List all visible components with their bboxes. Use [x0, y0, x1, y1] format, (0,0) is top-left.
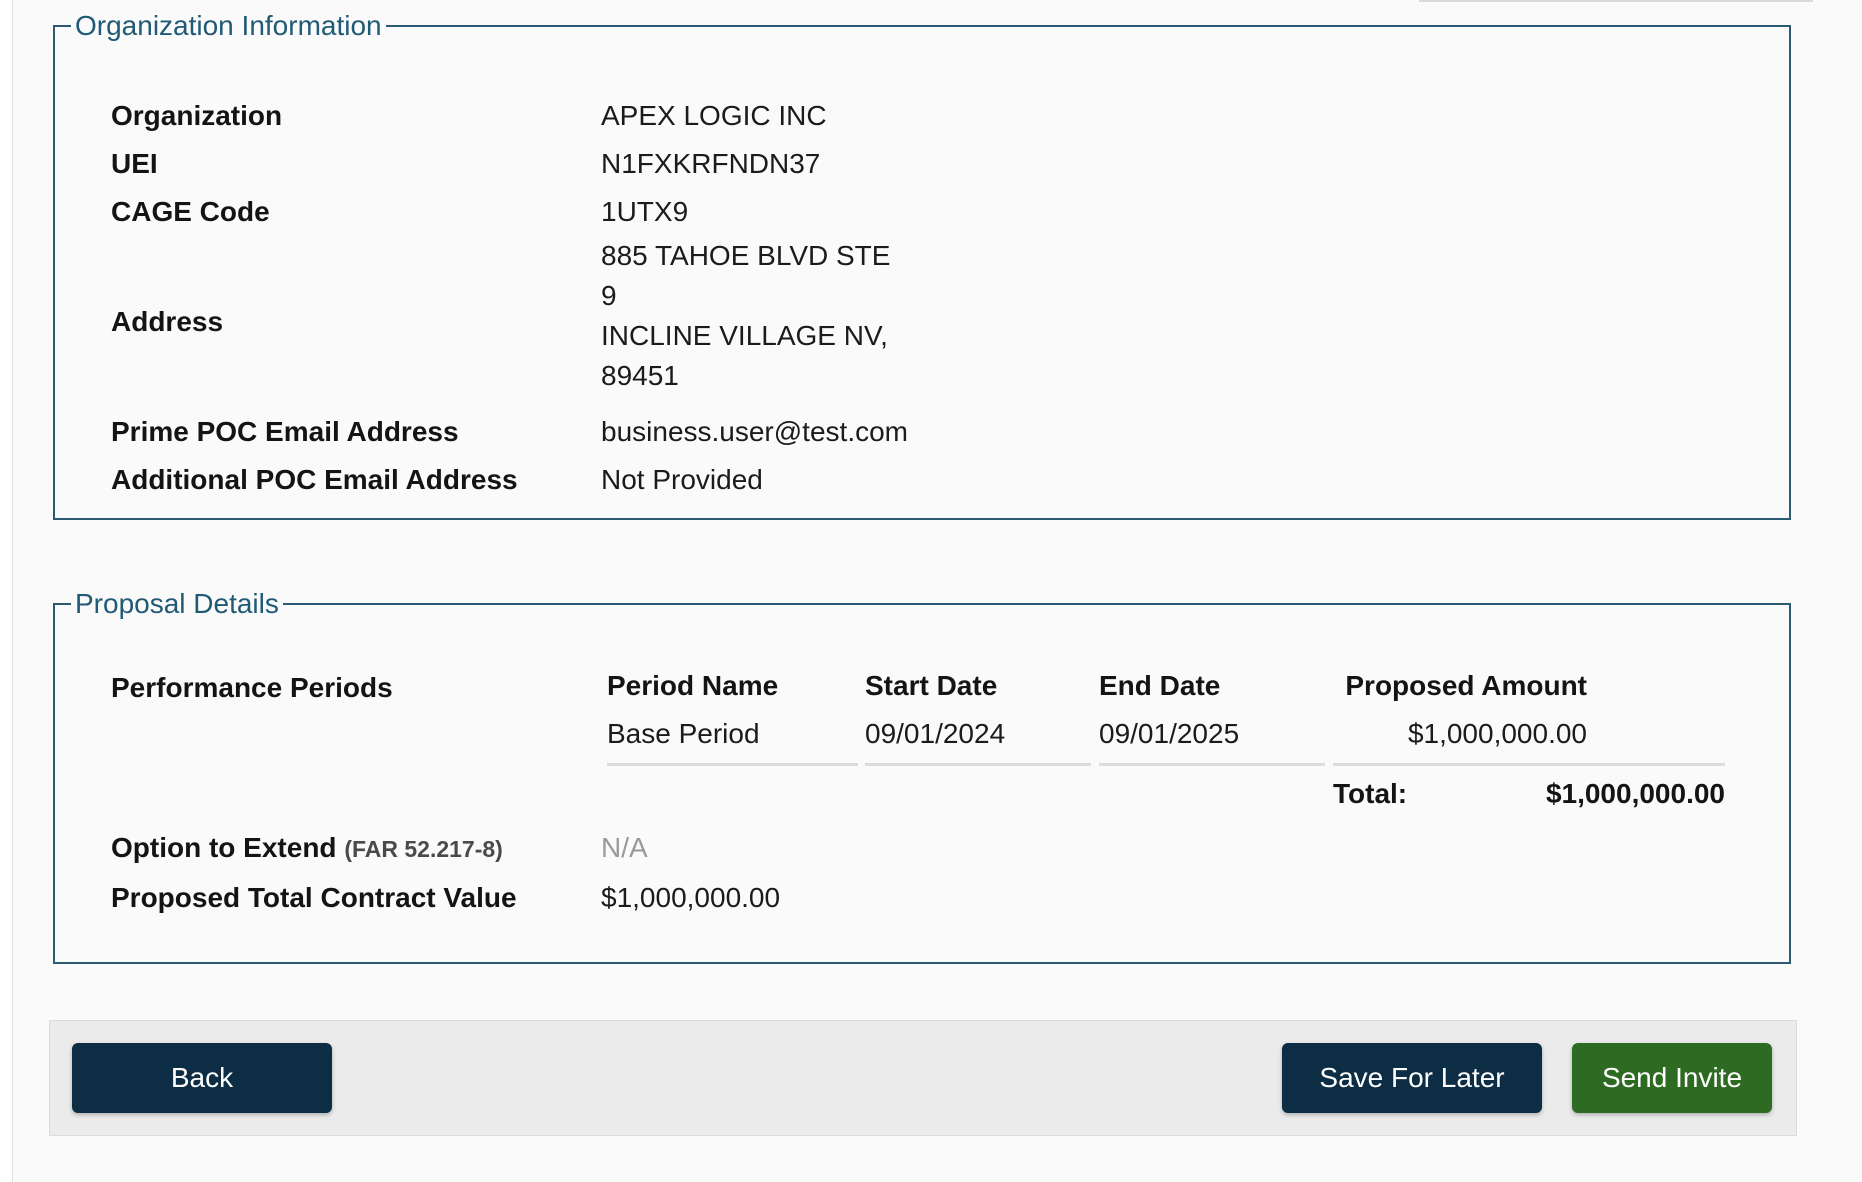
- address-line-4: 89451: [601, 360, 679, 391]
- column-header-start-date: Start Date: [865, 670, 998, 701]
- cell-start-date: 09/01/2024: [865, 718, 1006, 749]
- cell-end-date: 09/01/2025: [1099, 718, 1240, 749]
- row-divider: [1333, 763, 1725, 766]
- action-bar: Back Save For Later Send Invite: [49, 1020, 1797, 1136]
- total-value: $1,000,000.00: [1545, 778, 1725, 809]
- proposal-details-legend: Proposal Details: [75, 588, 279, 619]
- address-line-3: INCLINE VILLAGE NV,: [601, 320, 888, 351]
- far-clause-note: (FAR 52.217-8): [344, 836, 503, 862]
- proposed-total-contract-value-label: Proposed Total Contract Value: [111, 882, 517, 913]
- prime-poc-email-label: Prime POC Email Address: [111, 416, 459, 447]
- option-to-extend-text: Option to Extend: [111, 832, 337, 863]
- cage-code-label: CAGE Code: [111, 196, 270, 227]
- uei-value: N1FXKRFNDN37: [601, 148, 821, 179]
- top-divider: [1419, 0, 1813, 3]
- organization-label: Organization: [111, 100, 283, 131]
- back-button[interactable]: Back: [72, 1043, 332, 1113]
- organization-information-legend: Organization Information: [75, 10, 382, 41]
- organization-information-section: Organization Information Organization AP…: [53, 10, 1791, 520]
- page-container: Organization Information Organization AP…: [12, 0, 1862, 1182]
- additional-poc-email-label: Additional POC Email Address: [111, 464, 518, 495]
- cell-proposed-amount: $1,000,000.00: [1407, 718, 1587, 749]
- proposal-details-section: Proposal Details Performance Periods Per…: [53, 588, 1791, 964]
- column-header-period-name: Period Name: [607, 670, 779, 701]
- address-line-1: 885 TAHOE BLVD STE: [601, 240, 891, 271]
- total-label: Total:: [1333, 778, 1408, 809]
- address-value: 885 TAHOE BLVD STE 9 INCLINE VILLAGE NV,…: [601, 236, 890, 396]
- performance-periods-label: Performance Periods: [111, 672, 393, 703]
- address-line-2: 9: [601, 280, 617, 311]
- column-header-end-date: End Date: [1099, 670, 1221, 701]
- option-to-extend-value: N/A: [601, 832, 648, 863]
- row-divider: [607, 763, 858, 766]
- save-for-later-button[interactable]: Save For Later: [1282, 1043, 1542, 1113]
- row-divider: [1099, 763, 1325, 766]
- send-invite-button[interactable]: Send Invite: [1572, 1043, 1772, 1113]
- row-divider: [865, 763, 1091, 766]
- column-header-proposed-amount: Proposed Amount: [1345, 670, 1587, 701]
- uei-label: UEI: [111, 148, 158, 179]
- organization-value: APEX LOGIC INC: [601, 100, 827, 131]
- additional-poc-email-value: Not Provided: [601, 464, 763, 495]
- proposed-total-contract-value: $1,000,000.00: [601, 882, 781, 913]
- prime-poc-email-value: business.user@test.com: [601, 416, 908, 447]
- option-to-extend-label: Option to Extend (FAR 52.217-8): [111, 832, 503, 864]
- address-label: Address: [111, 306, 224, 337]
- cage-code-value: 1UTX9: [601, 196, 689, 227]
- cell-period-name: Base Period: [607, 718, 760, 749]
